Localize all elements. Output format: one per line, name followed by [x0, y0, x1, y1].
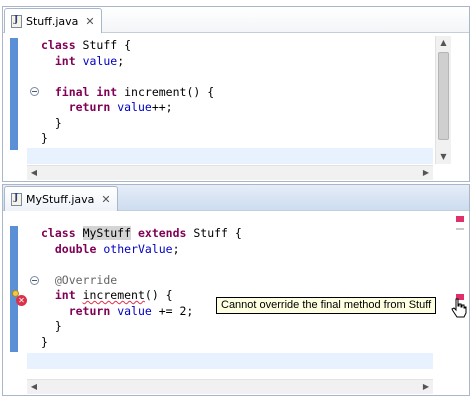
tab-label: Stuff.java [26, 14, 79, 28]
source-code[interactable]: class MyStuff extends Stuff { double oth… [41, 226, 242, 350]
java-file-icon [11, 14, 22, 28]
code-token: () { [144, 288, 173, 302]
scroll-left-icon[interactable]: ◀ [27, 166, 41, 180]
field-token: value [117, 303, 152, 318]
error-icon[interactable]: ✕ [16, 295, 27, 306]
keyword-token: extends [137, 226, 187, 240]
keyword-token: class [41, 226, 76, 240]
close-icon[interactable]: ✕ [85, 15, 94, 28]
code-token: } [41, 319, 62, 333]
keyword-token: final [54, 84, 90, 99]
code-line[interactable]: final int increment() { [41, 85, 214, 101]
code-line[interactable]: } [41, 131, 214, 147]
tab-mystuff-java[interactable]: MyStuff.java ✕ [4, 186, 118, 211]
keyword-token: int [54, 53, 76, 68]
scroll-thumb[interactable] [438, 52, 449, 140]
code-token: } [41, 334, 48, 349]
code-area[interactable]: class Stuff { int value; final int incre… [3, 34, 469, 181]
code-line[interactable]: double otherValue; [41, 242, 242, 258]
field-token: value [117, 100, 152, 114]
error-token: increment [82, 288, 145, 302]
horizontal-scrollbar[interactable]: ◀ ▶ [27, 165, 433, 180]
java-file-icon [11, 192, 22, 206]
hand-cursor-icon [451, 298, 467, 318]
horizontal-scrollbar[interactable]: ◀ ▶ [27, 379, 433, 394]
code-line[interactable]: } [41, 319, 242, 335]
code-line[interactable]: } [41, 335, 242, 351]
code-token: increment() { [117, 84, 215, 99]
current-line-highlight [27, 353, 433, 369]
keyword-token: int [54, 288, 76, 302]
code-token: Stuff { [186, 226, 242, 240]
code-line[interactable]: int value; [41, 54, 214, 70]
code-line[interactable]: int increment() { [41, 288, 242, 304]
source-code[interactable]: class Stuff { int value; final int incre… [41, 38, 214, 147]
code-token: } [41, 131, 48, 145]
current-line-highlight [27, 148, 433, 164]
annotation-token: @Override [54, 272, 118, 287]
change-bar [10, 226, 18, 352]
code-line[interactable]: } [41, 116, 214, 132]
code-token: } [41, 115, 62, 130]
code-token: Stuff { [75, 38, 132, 52]
keyword-token: int [96, 84, 118, 99]
keyword-token: return [68, 303, 111, 318]
overview-ruler [453, 212, 467, 378]
occurrence-overview-icon[interactable] [456, 228, 464, 230]
scroll-right-icon[interactable]: ▶ [419, 166, 433, 180]
code-line[interactable]: class Stuff { [41, 38, 214, 54]
code-token: ; [117, 53, 125, 68]
code-line[interactable]: return value++; [41, 100, 214, 116]
code-line[interactable] [41, 69, 214, 85]
code-token: ++; [151, 100, 173, 114]
close-icon[interactable]: ✕ [101, 193, 110, 206]
mystuff-java-editor: MyStuff.java ✕ ✕ class MyStuff extends S… [2, 184, 470, 396]
code-line[interactable]: return value += 2; [41, 304, 242, 320]
tab-label: MyStuff.java [26, 192, 95, 206]
code-line[interactable]: @Override [41, 273, 242, 289]
stuff-java-editor: Stuff.java ✕ class Stuff { int value; fi… [2, 6, 470, 182]
field-token: otherValue [103, 241, 173, 256]
tab-bar: Stuff.java ✕ [3, 7, 469, 33]
keyword-token: return [68, 100, 111, 114]
code-token: += 2; [151, 303, 194, 318]
scroll-right-icon[interactable]: ▶ [419, 380, 433, 394]
vertical-scrollbar[interactable]: ▲ ▼ [435, 36, 451, 164]
keyword-token: double [54, 241, 97, 256]
fold-toggle-icon[interactable] [30, 87, 39, 96]
change-bar [10, 38, 18, 150]
tab-bar: MyStuff.java ✕ [3, 185, 469, 211]
code-line[interactable] [41, 257, 242, 273]
scroll-up-icon[interactable]: ▲ [436, 36, 451, 50]
error-overview-icon[interactable] [456, 216, 464, 222]
scroll-down-icon[interactable]: ▼ [436, 150, 451, 164]
tab-stuff-java[interactable]: Stuff.java ✕ [4, 8, 102, 33]
highlighted-token: MyStuff [82, 226, 132, 240]
fold-toggle-icon[interactable] [30, 276, 39, 285]
field-token: value [82, 53, 118, 68]
code-token: ; [172, 241, 180, 256]
scroll-left-icon[interactable]: ◀ [27, 380, 41, 394]
code-line[interactable]: class MyStuff extends Stuff { [41, 226, 242, 242]
error-tooltip: Cannot override the final method from St… [216, 297, 437, 314]
keyword-token: class [41, 38, 76, 52]
